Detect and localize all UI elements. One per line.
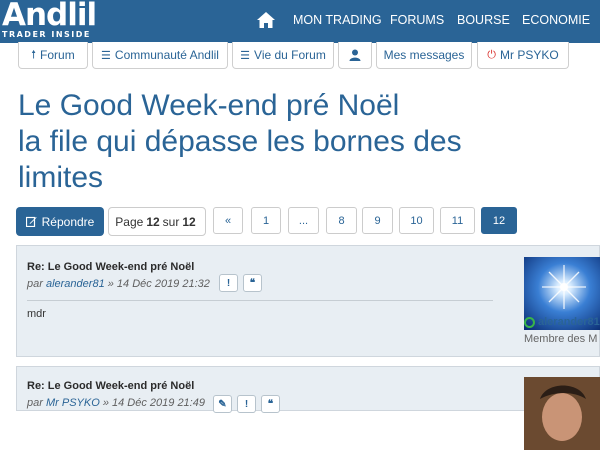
- forum-button-label: Forum: [40, 48, 75, 62]
- post-author[interactable]: alerander81: [46, 278, 105, 290]
- post-date: » 14 Déc 2019 21:49: [102, 397, 205, 409]
- user-icon: [349, 49, 361, 61]
- page-word: Page: [115, 214, 144, 229]
- nav-mon-trading[interactable]: MON TRADING: [293, 13, 382, 27]
- report-icon[interactable]: !: [237, 395, 256, 413]
- topic-title-line-3: limites: [18, 161, 104, 194]
- post-meta: par alerander81 » 14 Déc 2019 21:32: [27, 278, 210, 290]
- vie-du-forum-button[interactable]: ☰ Vie du Forum: [232, 42, 334, 69]
- pagination-previous[interactable]: «: [213, 207, 243, 234]
- topic-title-line-1: Le Good Week-end pré Noël: [18, 89, 400, 122]
- avatar[interactable]: [524, 377, 600, 450]
- mes-messages-button[interactable]: Mes messages: [376, 42, 472, 69]
- power-icon: ⏻: [487, 48, 496, 61]
- post: Re: Le Good Week-end pré Noël par Mr PSY…: [16, 366, 600, 450]
- vie-du-forum-label: Vie du Forum: [254, 48, 326, 62]
- communaute-button[interactable]: ☰ Communauté Andlil: [92, 42, 228, 69]
- post-by: par: [27, 278, 43, 290]
- quote-icon[interactable]: ❝: [261, 395, 280, 413]
- user-menu-button[interactable]: ⏻ Mr PSYKO: [477, 42, 569, 69]
- edit-icon: [25, 216, 37, 227]
- logo-name: Andlil: [2, 0, 97, 33]
- home-icon[interactable]: [256, 11, 276, 29]
- reply-button[interactable]: Répondre: [16, 207, 104, 236]
- post-content: mdr: [27, 308, 46, 320]
- profile-button[interactable]: [338, 42, 372, 69]
- communaute-button-label: Communauté Andlil: [114, 48, 219, 62]
- total-pages: 12: [182, 214, 196, 229]
- post-divider: [27, 300, 493, 301]
- andlil-logo[interactable]: Andlil TRADER INSIDE: [0, 0, 104, 43]
- reply-button-label: Répondre: [41, 214, 95, 229]
- user-rank: Membre des M: [524, 333, 598, 345]
- post-username[interactable]: alerander81: [524, 316, 600, 328]
- post-title[interactable]: Re: Le Good Week-end pré Noël: [27, 380, 194, 392]
- post-title[interactable]: Re: Le Good Week-end pré Noël: [27, 261, 194, 273]
- pagination-page-1[interactable]: 1: [251, 207, 281, 234]
- nav-bourse[interactable]: BOURSE: [457, 13, 510, 27]
- nav-economie[interactable]: ECONOMIE: [522, 13, 590, 27]
- list-icon: ☰: [101, 49, 111, 62]
- post-by: par: [27, 397, 43, 409]
- post-profile: [524, 377, 600, 450]
- topic-title-line-2: la file qui dépasse les bornes des: [18, 125, 462, 158]
- topic-title: Le Good Week-end pré Noël la file qui dé…: [18, 88, 593, 196]
- pagination-page-9[interactable]: 9: [362, 207, 393, 234]
- user-menu-label: Mr PSYKO: [500, 48, 559, 62]
- pagination-page-12[interactable]: 12: [481, 207, 517, 234]
- quote-icon[interactable]: ❝: [243, 274, 262, 292]
- pagination-page-8[interactable]: 8: [326, 207, 357, 234]
- current-page: 12: [146, 214, 160, 229]
- post-date: » 14 Déc 2019 21:32: [107, 278, 210, 290]
- pagination-page-10[interactable]: 10: [399, 207, 434, 234]
- post: Re: Le Good Week-end pré Noël par aleran…: [16, 245, 600, 357]
- post-username-label: alerander81: [538, 316, 600, 328]
- post-meta: par Mr PSYKO » 14 Déc 2019 21:49: [27, 397, 205, 409]
- logo-tagline: TRADER INSIDE: [2, 30, 91, 39]
- forum-button[interactable]: 🠕 Forum: [18, 42, 88, 69]
- nav-forums[interactable]: FORUMS: [390, 13, 444, 27]
- report-icon[interactable]: !: [219, 274, 238, 292]
- edit-icon[interactable]: ✎: [213, 395, 232, 413]
- of-word: sur: [162, 214, 180, 229]
- arrow-up-icon: 🠕: [31, 48, 37, 61]
- pagination-page-11[interactable]: 11: [440, 207, 475, 234]
- list-icon: ☰: [240, 49, 251, 62]
- mes-messages-label: Mes messages: [383, 48, 465, 62]
- online-status-icon: [524, 316, 535, 328]
- page-indicator[interactable]: Page 12 sur 12: [108, 207, 206, 236]
- post-profile: alerander81 Membre des M: [524, 257, 600, 352]
- pagination-ellipsis: ...: [288, 207, 319, 234]
- top-navbar: Andlil TRADER INSIDE MON TRADING FORUMS …: [0, 0, 600, 43]
- post-author[interactable]: Mr PSYKO: [46, 397, 100, 409]
